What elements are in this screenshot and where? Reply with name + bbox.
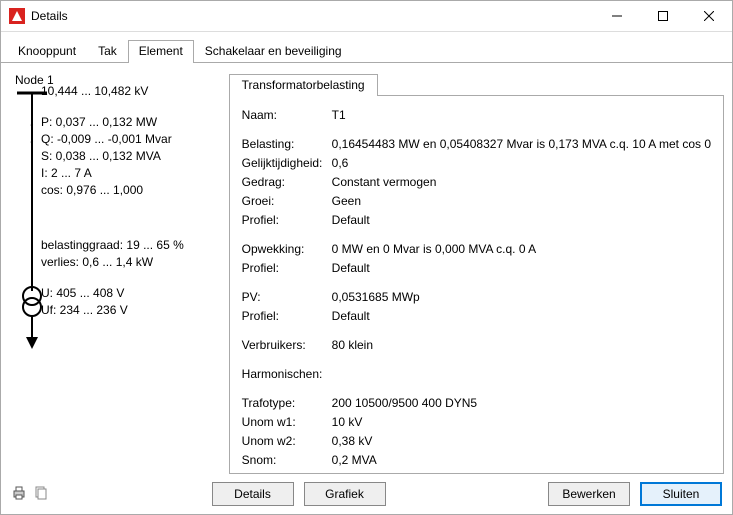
label-opwekking: Opwekking: [242, 240, 332, 259]
copy-icon[interactable] [33, 485, 49, 504]
label-snom: Snom: [242, 451, 332, 470]
label-profiel1: Profiel: [242, 211, 332, 230]
node-title: Node 1 [15, 73, 54, 87]
value-pv: 0,0531685 MWp [332, 288, 711, 307]
lv-voltage-block: U: 405 ... 408 V Uf: 234 ... 236 V [41, 285, 221, 319]
value-unomw2: 0,38 kV [332, 432, 711, 451]
tab-element[interactable]: Element [128, 40, 194, 62]
i-value: I: 2 ... 7 A [41, 165, 221, 182]
label-belasting: Belasting: [242, 135, 332, 154]
s-value: S: 0,038 ... 0,132 MVA [41, 148, 221, 165]
label-gelijktijdigheid: Gelijktijdigheid: [242, 154, 332, 173]
footer-bar: Details Grafiek Bewerken Sluiten [1, 474, 732, 514]
flow-arrows: ↓ ↓ [29, 115, 35, 149]
value-belasting: 0,16454483 MW en 0,05408327 Mvar is 0,17… [332, 135, 711, 154]
label-trafotype: Trafotype: [242, 394, 332, 413]
bewerken-button[interactable]: Bewerken [548, 482, 630, 506]
value-harmonischen [332, 365, 711, 384]
close-button[interactable] [686, 1, 732, 31]
label-verbruikers: Verbruikers: [242, 336, 332, 355]
details-pane: Transformatorbelasting Naam:T1 Belasting… [229, 73, 724, 474]
label-unomw2: Unom w2: [242, 432, 332, 451]
details-panel: Naam:T1 Belasting:0,16454483 MW en 0,054… [229, 95, 724, 474]
print-icon[interactable] [11, 485, 27, 504]
window-title: Details [31, 9, 68, 23]
app-icon [9, 8, 25, 24]
losses: verlies: 0,6 ... 1,4 kW [41, 254, 221, 271]
tab-knooppunt[interactable]: Knooppunt [7, 40, 87, 62]
label-profiel2: Profiel: [242, 259, 332, 278]
label-pv: PV: [242, 288, 332, 307]
value-gelijktijdigheid: 0,6 [332, 154, 711, 173]
value-groei: Geen [332, 192, 711, 211]
power-block: P: 0,037 ... 0,132 MW Q: -0,009 ... -0,0… [41, 114, 221, 199]
q-value: Q: -0,009 ... -0,001 Mvar [41, 131, 221, 148]
value-unomw1: 10 kV [332, 413, 711, 432]
tab-schakelaar[interactable]: Schakelaar en beveiliging [194, 40, 353, 62]
title-bar: Details [1, 1, 732, 32]
cos-value: cos: 0,976 ... 1,000 [41, 182, 221, 199]
details-button[interactable]: Details [212, 482, 294, 506]
subtab-transformatorbelasting[interactable]: Transformatorbelasting [229, 74, 378, 95]
details-window: Details Knooppunt Tak Element Schakelaar… [0, 0, 733, 515]
value-trafotype: 200 10500/9500 400 DYN5 [332, 394, 711, 413]
value-opwekking: 0 MW en 0 Mvar is 0,000 MVA c.q. 0 A [332, 240, 711, 259]
label-harmonischen: Harmonischen: [242, 365, 332, 384]
transformer-block: belastinggraad: 19 ... 65 % verlies: 0,6… [41, 237, 221, 271]
value-verbruikers: 80 klein [332, 336, 711, 355]
maximize-button[interactable] [640, 1, 686, 31]
uf-value: Uf: 234 ... 236 V [41, 302, 221, 319]
value-profiel2: Default [332, 259, 711, 278]
hv-voltage: 10,444 ... 10,482 kV [41, 83, 221, 100]
value-profiel1: Default [332, 211, 711, 230]
arrow-down-icon: ↓ [29, 115, 35, 132]
u-value: U: 405 ... 408 V [41, 285, 221, 302]
load-degree: belastinggraad: 19 ... 65 % [41, 237, 221, 254]
content-body: Node 1 ↓ ↓ 10,444 ... 10,482 kV P: 0,037… [1, 63, 732, 474]
value-profiel3: Default [332, 307, 711, 326]
hv-voltage-block: 10,444 ... 10,482 kV [41, 83, 221, 100]
value-naam: T1 [332, 106, 711, 125]
sub-tabs: Transformatorbelasting [229, 73, 724, 95]
label-profiel3: Profiel: [242, 307, 332, 326]
value-gedrag: Constant vermogen [332, 173, 711, 192]
p-value: P: 0,037 ... 0,132 MW [41, 114, 221, 131]
tab-tak[interactable]: Tak [87, 40, 128, 62]
grafiek-button[interactable]: Grafiek [304, 482, 386, 506]
label-unomw1: Unom w1: [242, 413, 332, 432]
arrow-down-icon: ↓ [29, 132, 35, 149]
sluiten-button[interactable]: Sluiten [640, 482, 722, 506]
main-tabs: Knooppunt Tak Element Schakelaar en beve… [1, 32, 732, 63]
label-naam: Naam: [242, 106, 332, 125]
minimize-button[interactable] [594, 1, 640, 31]
diagram-pane: Node 1 ↓ ↓ 10,444 ... 10,482 kV P: 0,037… [9, 73, 221, 474]
label-gedrag: Gedrag: [242, 173, 332, 192]
value-snom: 0,2 MVA [332, 451, 711, 470]
label-groei: Groei: [242, 192, 332, 211]
